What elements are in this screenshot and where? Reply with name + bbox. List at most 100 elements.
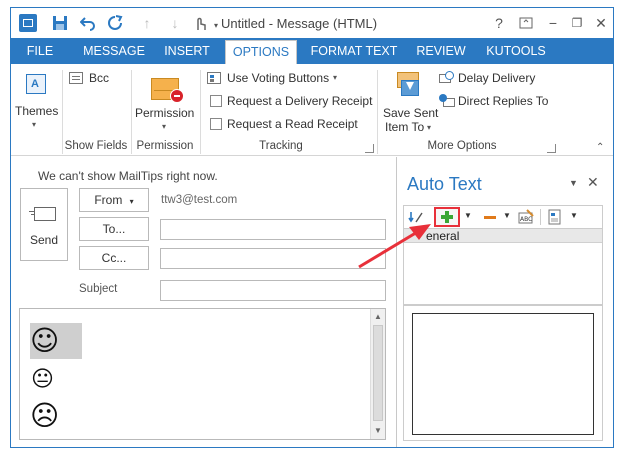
preview-frame (412, 313, 594, 435)
outlook-app-icon[interactable] (19, 14, 37, 32)
qat-customize-icon[interactable]: ▾ (214, 21, 218, 30)
frown-emoticon[interactable]: ☹ (30, 399, 59, 433)
voting-dropdown-icon: ▾ (333, 73, 338, 82)
body-scrollbar[interactable]: ▲ ▼ (370, 309, 385, 439)
pane-close-icon[interactable]: ✕ (587, 174, 599, 191)
arrow-up-icon[interactable]: ↑ (138, 14, 156, 32)
send-envelope-icon (29, 207, 56, 221)
read-receipt-label: Request a Read Receipt (227, 117, 358, 131)
touch-mode-icon[interactable] (191, 14, 209, 32)
ribbon-display-icon[interactable] (516, 13, 536, 33)
remove-dropdown-icon[interactable]: ▼ (503, 211, 511, 220)
auto-text-preview (403, 305, 603, 441)
themes-icon: A (26, 74, 46, 94)
outlook-message-window: ↑ ↓ ▾ Untitled - Message (HTML) ? − ❐ ✕ … (10, 7, 614, 448)
auto-text-title: Auto Text (407, 174, 482, 194)
clock-envelope-icon (439, 71, 455, 85)
cc-field[interactable] (160, 248, 386, 269)
view-options-icon[interactable] (548, 209, 562, 225)
from-button[interactable]: From ▾ (79, 188, 149, 212)
direct-replies-button[interactable]: Direct Replies To (439, 93, 579, 111)
redo-icon[interactable] (106, 14, 124, 32)
themes-label: Themes (15, 104, 59, 118)
pane-options-dropdown-icon[interactable]: ▼ (569, 178, 578, 188)
auto-text-pane: Auto Text ▼ ✕ ▼ ▼ ABC ▼ eneral (396, 157, 613, 447)
to-field[interactable] (160, 219, 386, 240)
send-button[interactable]: Send (20, 188, 68, 261)
save-icon[interactable] (51, 14, 69, 32)
tab-format-text[interactable]: FORMAT TEXT (307, 38, 401, 64)
message-body[interactable]: ☺ 😐 ☹ ▲ ▼ (19, 308, 386, 440)
save-sent-item-button[interactable]: Save Sent Item To ▾ (381, 68, 439, 138)
add-entry-button[interactable] (434, 207, 460, 227)
tab-insert[interactable]: INSERT (159, 38, 215, 64)
tab-options[interactable]: OPTIONS (225, 40, 297, 65)
remove-icon[interactable] (484, 216, 496, 219)
tab-message[interactable]: MESSAGE (79, 38, 149, 64)
refresh-sort-icon[interactable] (408, 210, 424, 224)
ribbon-panel: A Themes ▾ Bcc Show Fields Permission ▾ … (11, 64, 613, 156)
delivery-receipt-label: Request a Delivery Receipt (227, 94, 373, 108)
voting-icon (207, 72, 221, 84)
scroll-down-arrow-icon[interactable]: ▼ (374, 426, 382, 435)
from-address: ttw3@test.com (161, 194, 238, 206)
window-title: Untitled - Message (HTML) (221, 16, 378, 31)
auto-text-toolbar: ▼ ▼ ABC ▼ (403, 205, 603, 229)
category-item-general[interactable]: eneral (404, 229, 602, 243)
restore-button[interactable]: ❐ (567, 13, 587, 33)
category-label: eneral (426, 229, 460, 243)
add-icon (441, 211, 453, 223)
minimize-button[interactable]: − (543, 13, 563, 33)
subject-label: Subject (79, 283, 118, 295)
permission-group-label: Permission (136, 140, 194, 152)
help-button[interactable]: ? (489, 13, 509, 33)
scroll-thumb[interactable] (373, 325, 383, 421)
scroll-up-arrow-icon[interactable]: ▲ (374, 312, 382, 321)
subject-field[interactable] (160, 280, 386, 301)
add-dropdown-icon[interactable]: ▼ (464, 211, 472, 220)
save-sent-label-line1: Save Sent (383, 106, 439, 120)
permission-button[interactable]: Permission ▾ (133, 68, 197, 136)
group-separator (377, 70, 378, 154)
close-button[interactable]: ✕ (591, 13, 611, 33)
save-sent-dropdown-icon: ▾ (427, 123, 432, 132)
to-button[interactable]: To... (79, 217, 149, 241)
view-options-dropdown-icon[interactable]: ▼ (570, 211, 578, 220)
category-list: eneral (403, 229, 603, 305)
compose-area: We can't show MailTips right now. Send F… (11, 157, 396, 447)
read-receipt-checkbox[interactable] (210, 118, 222, 130)
direct-replies-icon (439, 94, 455, 108)
more-options-launcher-icon[interactable] (547, 144, 556, 153)
svg-text:ABC: ABC (520, 216, 532, 223)
from-label: From (94, 193, 123, 207)
permission-dropdown-icon: ▾ (162, 122, 167, 131)
collapse-ribbon-icon[interactable]: ⌃ (596, 142, 604, 153)
delivery-receipt-checkbox[interactable] (210, 95, 222, 107)
voting-buttons[interactable]: Use Voting Buttons ▾ (207, 70, 367, 88)
tab-file[interactable]: FILE (11, 38, 69, 64)
bcc-icon (69, 72, 83, 84)
themes-button[interactable]: A Themes ▾ (13, 68, 59, 134)
undo-icon[interactable] (79, 14, 97, 32)
arrow-down-icon[interactable]: ↓ (166, 14, 184, 32)
show-fields-group-label: Show Fields (64, 140, 128, 152)
tracking-group-label: Tracking (259, 140, 303, 152)
delay-delivery-label: Delay Delivery (458, 71, 536, 85)
voting-label: Use Voting Buttons (227, 71, 330, 85)
smile-emoticon[interactable]: ☺ (30, 323, 59, 359)
spellcheck-icon[interactable]: ABC (518, 209, 534, 225)
toolbar-separator (540, 209, 541, 225)
bcc-button[interactable]: Bcc (69, 70, 129, 90)
tracking-launcher-icon[interactable] (365, 144, 374, 153)
tab-kutools[interactable]: KUTOOLS (481, 38, 551, 64)
more-options-group-label: More Options (427, 140, 497, 152)
direct-replies-label: Direct Replies To (458, 94, 549, 108)
ribbon-tabs: FILE MESSAGE INSERT OPTIONS FORMAT TEXT … (11, 38, 613, 65)
envelope-restricted-icon (151, 78, 184, 103)
delay-delivery-button[interactable]: Delay Delivery (439, 70, 569, 88)
neutral-emoticon[interactable]: 😐 (31, 365, 54, 395)
cc-button[interactable]: Cc... (79, 246, 149, 270)
tab-review[interactable]: REVIEW (411, 38, 471, 64)
themes-dropdown-icon: ▾ (32, 120, 37, 129)
save-sent-label-line2: Item To (385, 120, 425, 134)
